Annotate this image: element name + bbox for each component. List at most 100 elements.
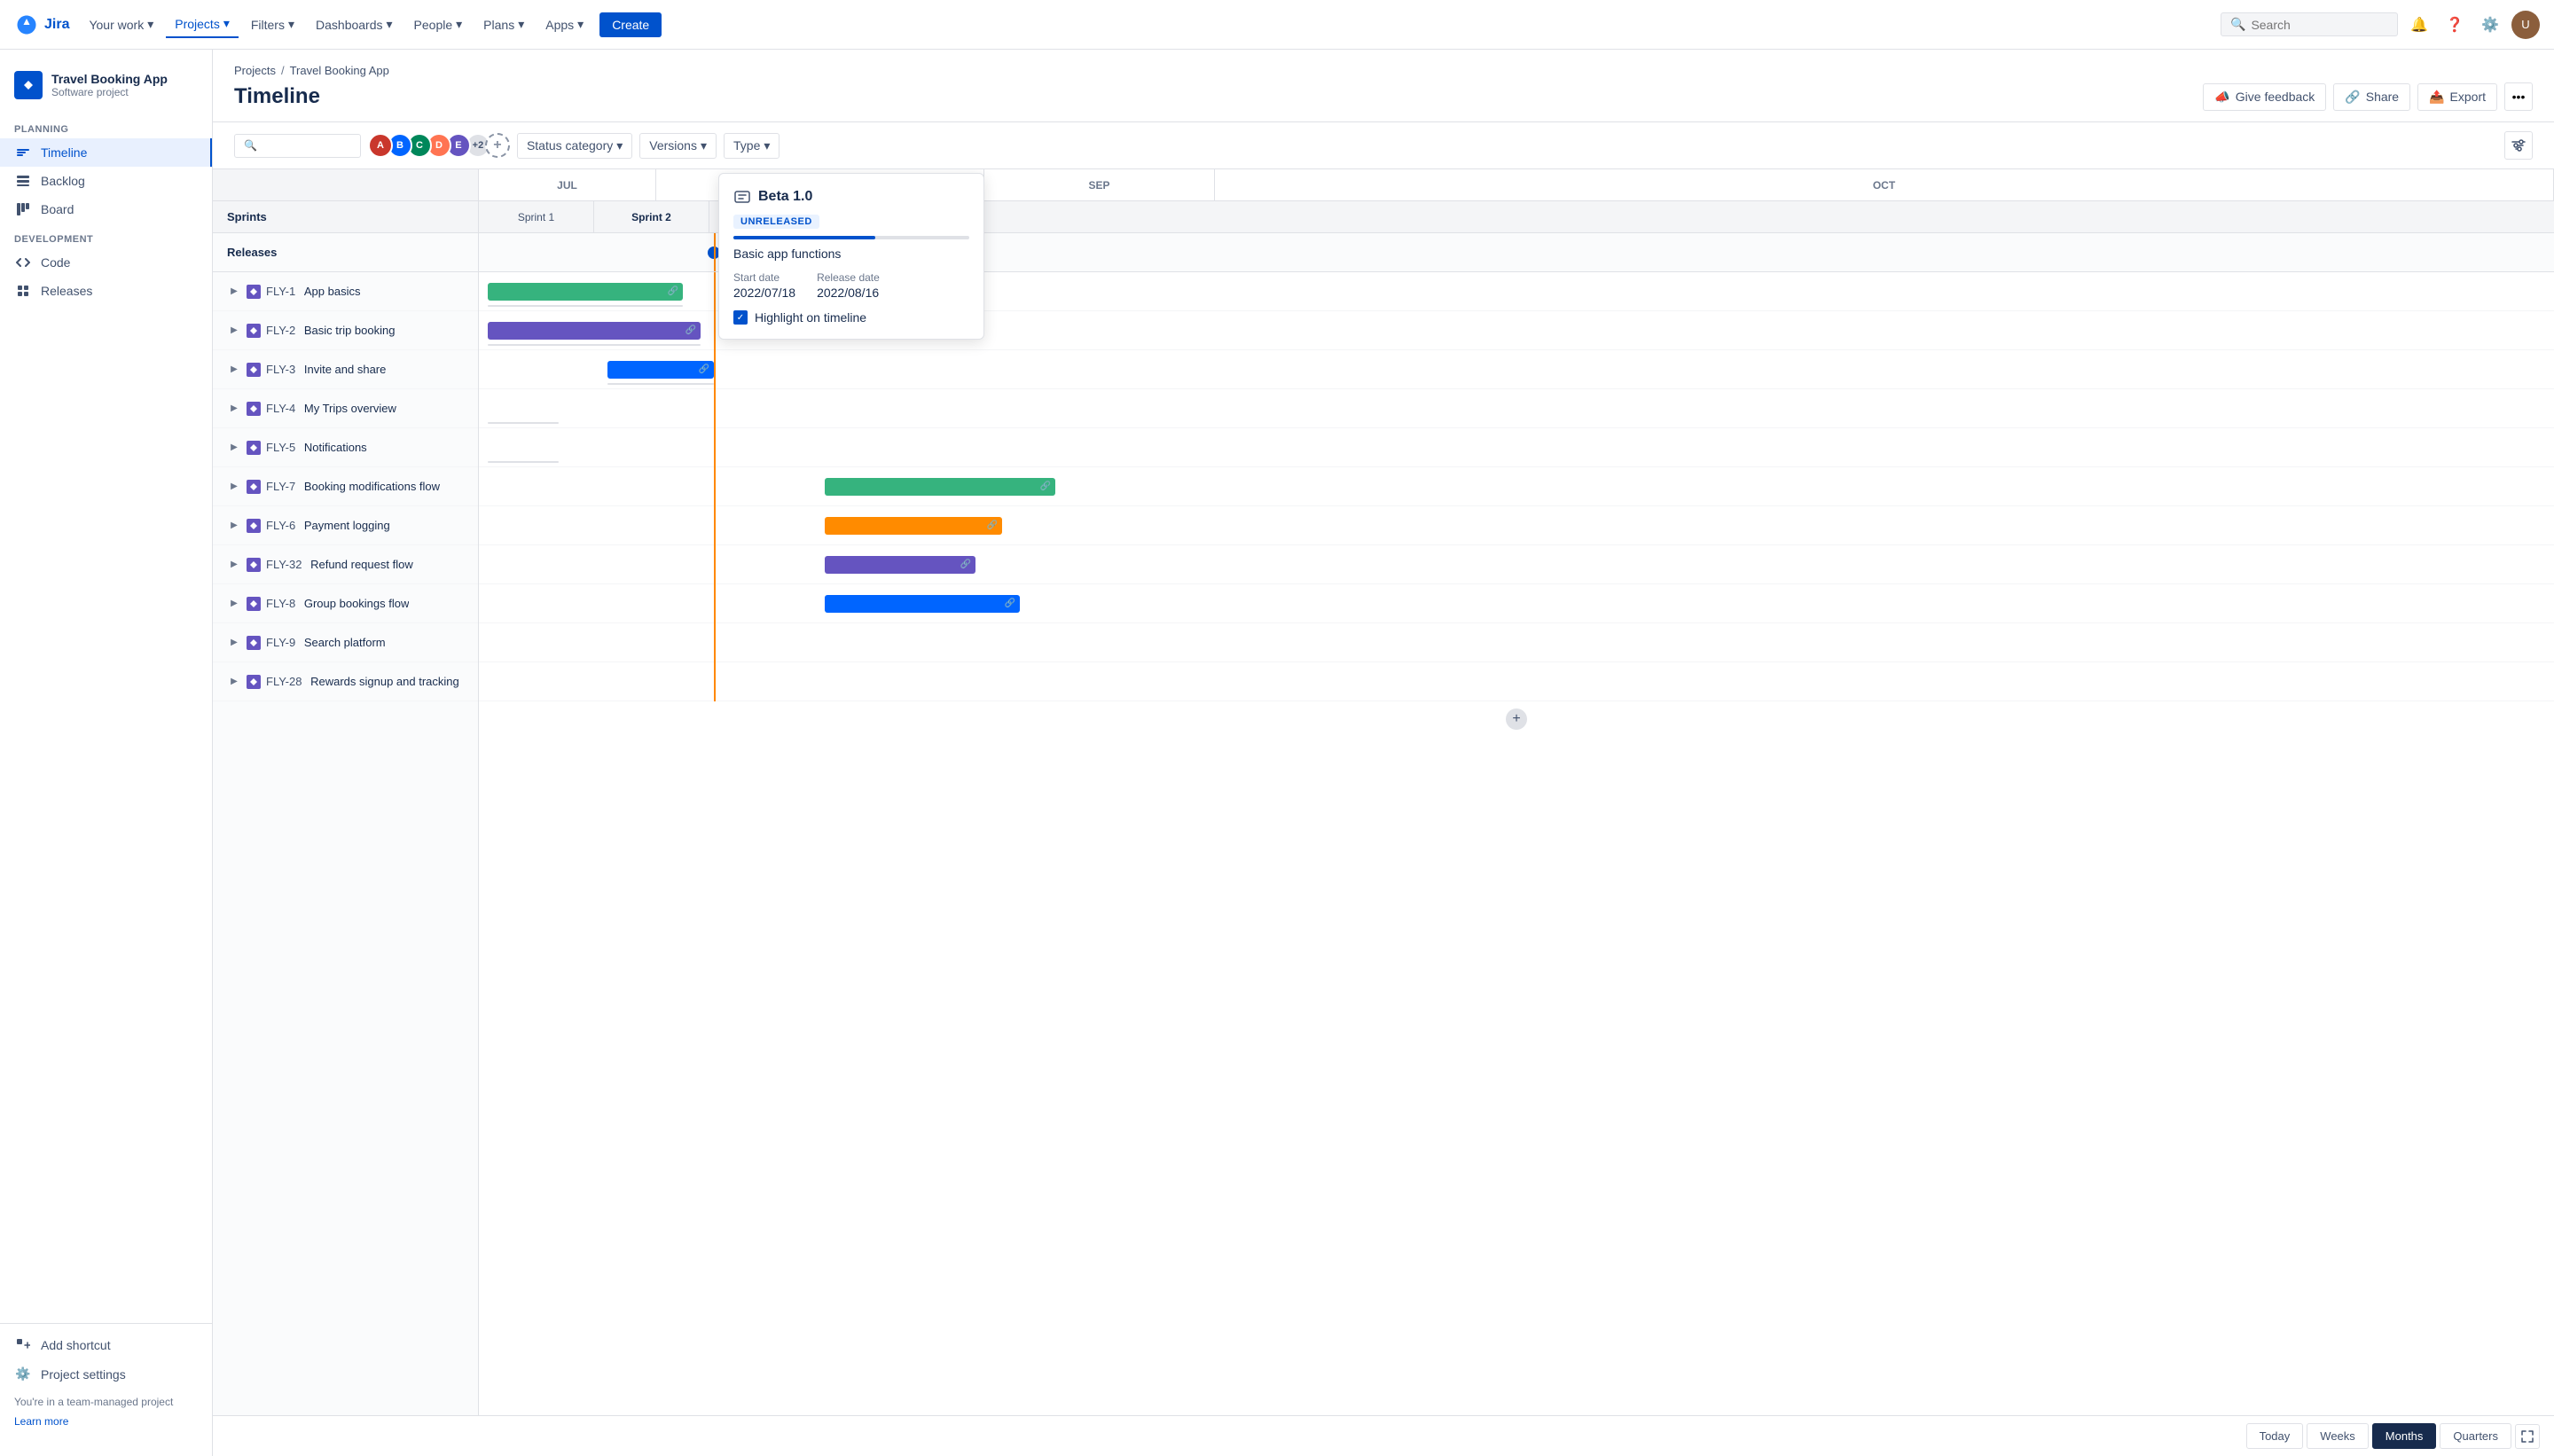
expand-icon-FLY-9[interactable]: ▶: [227, 638, 241, 647]
breadcrumb-project-link[interactable]: Travel Booking App: [290, 64, 389, 77]
issue-row-fly-6[interactable]: ▶ FLY-6 Payment logging: [213, 506, 478, 545]
expand-icon-FLY-4[interactable]: ▶: [227, 403, 241, 413]
user-avatar[interactable]: U: [2511, 11, 2540, 39]
avatar-1[interactable]: A: [368, 133, 393, 158]
project-header[interactable]: Travel Booking App Software project: [0, 64, 212, 114]
expand-icon-FLY-5[interactable]: ▶: [227, 442, 241, 452]
sprint-1-header[interactable]: Sprint 1: [479, 201, 594, 232]
gantt-bar-fly-6[interactable]: 🔗: [825, 517, 1002, 535]
toolbar-search-input[interactable]: [262, 139, 351, 153]
share-icon: 🔗: [2345, 90, 2360, 105]
issue-type-icon-FLY-6: [247, 519, 261, 533]
project-icon: [14, 71, 43, 99]
gantt-row-fly-28: [479, 662, 2554, 701]
issue-underline-fly-1: [488, 305, 683, 307]
add-shortcut-button[interactable]: Add shortcut: [0, 1331, 212, 1359]
expand-icon-FLY-1[interactable]: ▶: [227, 286, 241, 296]
sidebar-item-backlog[interactable]: Backlog: [0, 167, 212, 195]
nav-plans[interactable]: Plans ▾: [474, 12, 533, 37]
sidebar-item-releases[interactable]: Releases: [0, 277, 212, 305]
search-box[interactable]: 🔍: [2221, 12, 2398, 36]
more-actions-button[interactable]: •••: [2504, 82, 2533, 111]
sprint-2-header[interactable]: Sprint 2: [594, 201, 709, 232]
expand-icon-FLY-3[interactable]: ▶: [227, 364, 241, 374]
help-button[interactable]: ❓: [2440, 11, 2469, 39]
sidebar-item-board[interactable]: Board: [0, 195, 212, 223]
release-date-label: Release date: [817, 271, 880, 284]
expand-icon-FLY-32[interactable]: ▶: [227, 560, 241, 569]
highlight-on-timeline-toggle[interactable]: ✓ Highlight on timeline: [733, 310, 969, 325]
expand-icon-FLY-7[interactable]: ▶: [227, 481, 241, 491]
issue-row-fly-28[interactable]: ▶ FLY-28 Rewards signup and tracking: [213, 662, 478, 701]
issue-row-fly-3[interactable]: ▶ FLY-3 Invite and share: [213, 350, 478, 389]
sidebar-releases-label: Releases: [41, 284, 92, 298]
search-input[interactable]: [2251, 18, 2388, 32]
gantt-bar-fly-3[interactable]: 🔗: [607, 361, 714, 379]
timeline-scroll[interactable]: Sprints Releases ▶ FLY-1 App basics ▶ FL…: [213, 169, 2554, 1415]
project-settings-button[interactable]: ⚙️ Project settings: [0, 1359, 212, 1389]
development-section-label: DEVELOPMENT: [0, 223, 212, 248]
gantt-bar-fly-1[interactable]: 🔗: [488, 283, 683, 301]
issue-underline-fly-3: [607, 383, 714, 385]
sidebar-code-label: Code: [41, 255, 70, 270]
view-settings-button[interactable]: [2504, 131, 2533, 160]
expand-icon-FLY-8[interactable]: ▶: [227, 599, 241, 608]
export-button[interactable]: 📤 Export: [2417, 83, 2497, 111]
issue-row-fly-5[interactable]: ▶ FLY-5 Notifications: [213, 428, 478, 467]
nav-projects[interactable]: Projects ▾: [166, 11, 239, 38]
expand-icon-FLY-6[interactable]: ▶: [227, 521, 241, 530]
fullscreen-button[interactable]: [2515, 1424, 2540, 1449]
breadcrumb-projects-link[interactable]: Projects: [234, 64, 276, 77]
project-settings-label: Project settings: [41, 1367, 126, 1382]
gantt-row-fly-5: [479, 428, 2554, 467]
gantt-bar-fly-7[interactable]: 🔗: [825, 478, 1055, 496]
share-button[interactable]: 🔗 Share: [2333, 83, 2410, 111]
top-nav: Jira Your work ▾ Projects ▾ Filters ▾ Da…: [0, 0, 2554, 50]
notifications-button[interactable]: 🔔: [2405, 11, 2433, 39]
nav-apps[interactable]: Apps ▾: [537, 12, 592, 37]
give-feedback-button[interactable]: 📣 Give feedback: [2203, 83, 2326, 111]
gantt-bar-fly-8[interactable]: 🔗: [825, 595, 1020, 613]
nav-filters[interactable]: Filters ▾: [242, 12, 303, 37]
months-button[interactable]: Months: [2372, 1423, 2437, 1449]
issue-row-fly-7[interactable]: ▶ FLY-7 Booking modifications flow: [213, 467, 478, 506]
add-issue-button[interactable]: +: [479, 701, 2554, 737]
today-button[interactable]: Today: [2246, 1423, 2304, 1449]
app-logo[interactable]: Jira: [14, 12, 69, 37]
issue-underline-fly-5: [488, 461, 559, 463]
weeks-button[interactable]: Weeks: [2307, 1423, 2369, 1449]
issue-key-FLY-6: FLY-6: [266, 519, 295, 532]
releases-icon: [14, 284, 32, 298]
sidebar-item-timeline[interactable]: Timeline: [0, 138, 212, 167]
expand-icon-FLY-28[interactable]: ▶: [227, 677, 241, 686]
issue-key-FLY-1: FLY-1: [266, 285, 295, 298]
add-member-button[interactable]: +: [485, 133, 510, 158]
quarters-button[interactable]: Quarters: [2440, 1423, 2511, 1449]
sidebar-item-code[interactable]: Code: [0, 248, 212, 277]
issue-row-fly-4[interactable]: ▶ FLY-4 My Trips overview: [213, 389, 478, 428]
toolbar-search[interactable]: 🔍: [234, 134, 361, 158]
expand-icon-FLY-2[interactable]: ▶: [227, 325, 241, 335]
type-filter[interactable]: Type ▾: [724, 133, 780, 159]
nav-your-work[interactable]: Your work ▾: [80, 12, 162, 37]
create-button[interactable]: Create: [599, 12, 662, 37]
issue-row-fly-8[interactable]: ▶ FLY-8 Group bookings flow: [213, 584, 478, 623]
timeline-bottom-bar: Today Weeks Months Quarters: [213, 1415, 2554, 1456]
learn-more-link[interactable]: Learn more: [0, 1415, 212, 1435]
issue-row-fly-32[interactable]: ▶ FLY-32 Refund request flow: [213, 545, 478, 584]
issue-row-fly-1[interactable]: ▶ FLY-1 App basics: [213, 272, 478, 311]
gantt-bar-fly-32[interactable]: 🔗: [825, 556, 975, 574]
status-category-filter[interactable]: Status category ▾: [517, 133, 632, 159]
issue-row-fly-2[interactable]: ▶ FLY-2 Basic trip booking: [213, 311, 478, 350]
versions-filter[interactable]: Versions ▾: [639, 133, 717, 159]
nav-dashboards[interactable]: Dashboards ▾: [307, 12, 402, 37]
add-issue-plus-icon[interactable]: +: [1506, 708, 1527, 730]
tooltip-status-row: UNRELEASED: [733, 213, 969, 229]
gantt-bar-fly-2[interactable]: 🔗: [488, 322, 701, 340]
issue-row-fly-9[interactable]: ▶ FLY-9 Search platform: [213, 623, 478, 662]
settings-button[interactable]: ⚙️: [2476, 11, 2504, 39]
highlight-checkbox[interactable]: ✓: [733, 310, 748, 325]
gantt-row-fly-8: 🔗: [479, 584, 2554, 623]
nav-people[interactable]: People ▾: [405, 12, 472, 37]
bar-link-icon: 🔗: [1004, 598, 1016, 610]
